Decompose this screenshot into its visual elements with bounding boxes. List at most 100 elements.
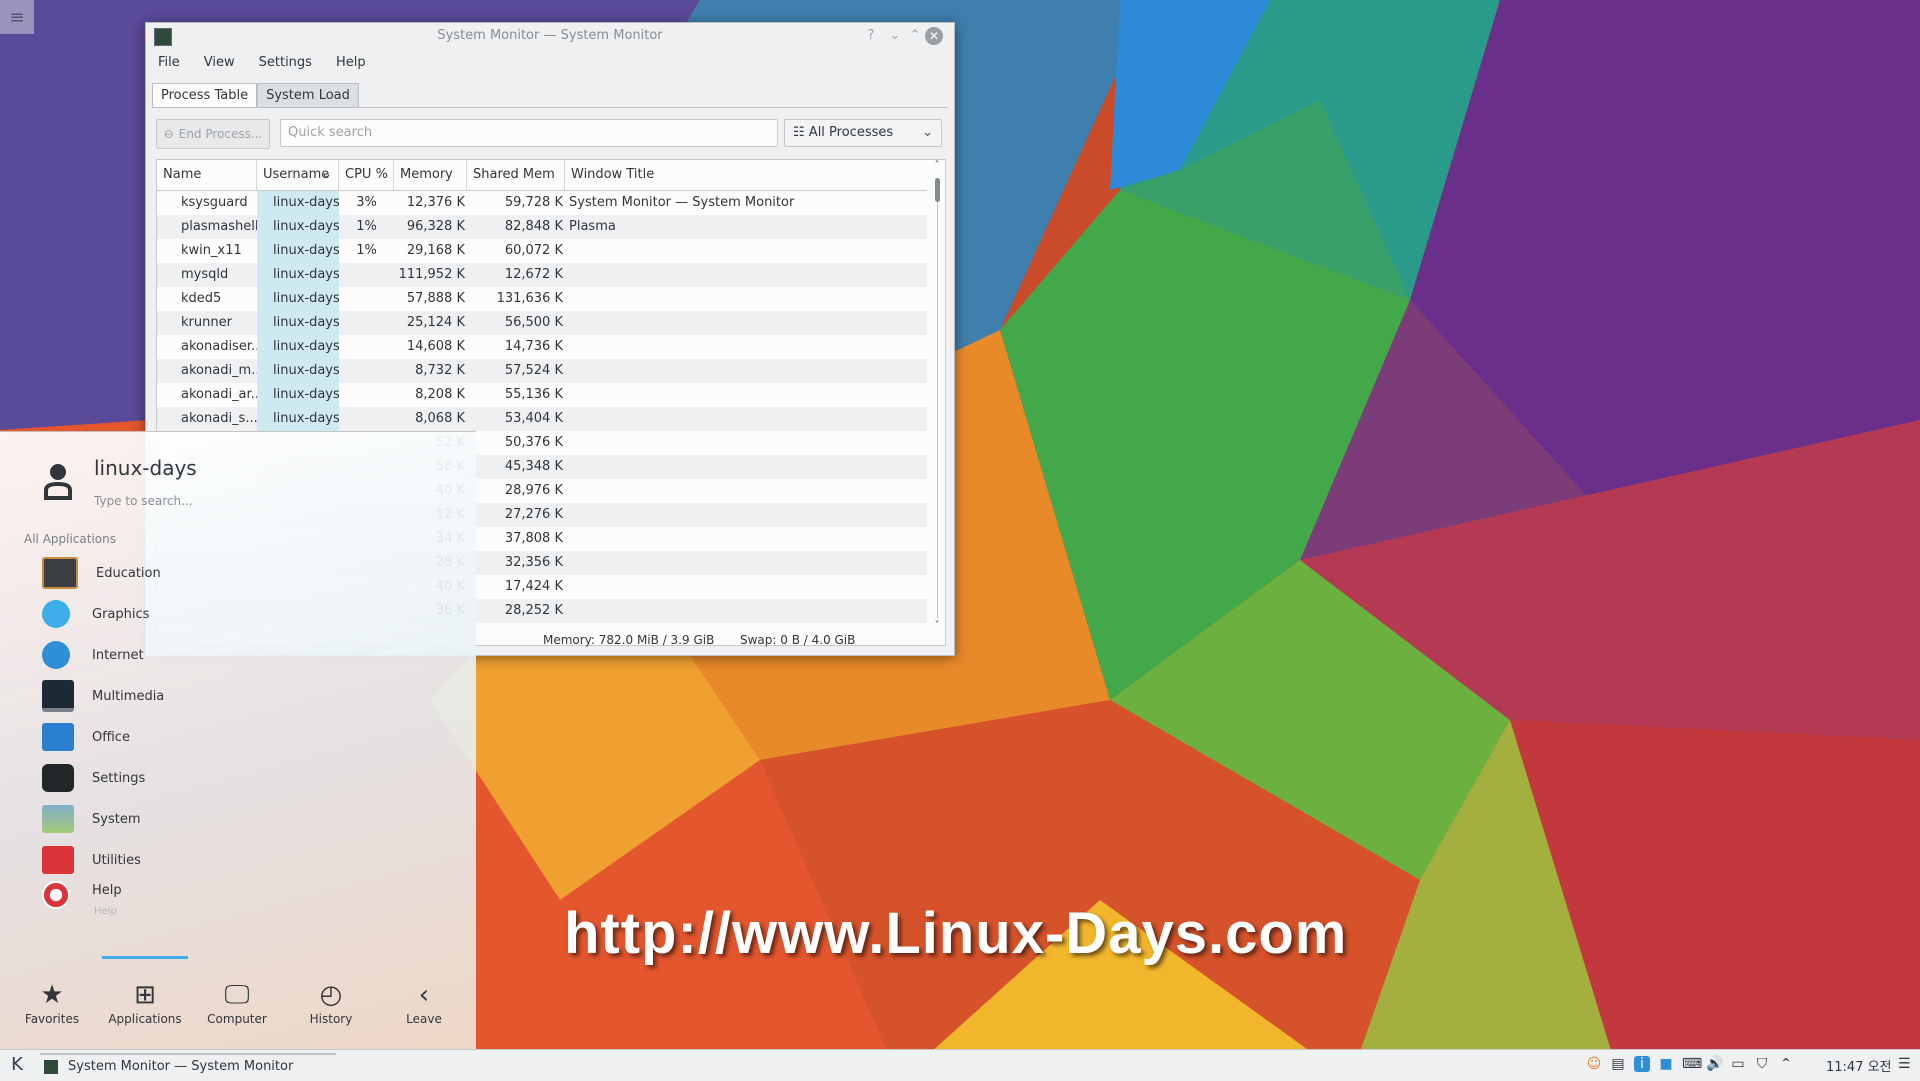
table-row[interactable]: kded5 linux-days 57,888 K 131,636 K <box>157 287 927 311</box>
clipboard-icon[interactable]: ▤ <box>1610 1056 1626 1072</box>
table-row[interactable]: akonadi_ar... linux-days 8,208 K 55,136 K <box>157 383 927 407</box>
tab-system-load[interactable]: System Load <box>257 83 359 107</box>
category-multimedia[interactable]: Multimedia <box>42 679 442 713</box>
category-label: Graphics <box>92 606 150 622</box>
network-icon[interactable]: ▭ <box>1730 1056 1746 1072</box>
table-row[interactable]: plasmashell linux-days 1% 96,328 K 82,848 K P… <box>157 215 927 239</box>
category-education[interactable]: Education <box>42 556 442 590</box>
table-row[interactable]: akonadi_m... linux-days 8,732 K 57,524 K <box>157 359 927 383</box>
category-system[interactable]: System <box>42 802 442 836</box>
category-label: Multimedia <box>92 688 165 704</box>
cell-cpu <box>339 335 394 359</box>
category-label: Settings <box>92 770 146 786</box>
table-row[interactable]: ksysguard linux-days 3% 12,376 K 59,728 K Sys… <box>157 191 927 215</box>
cell-username: linux-days <box>257 191 339 215</box>
hamburger-icon: ≡ <box>9 6 25 28</box>
scroll-up-icon[interactable]: ˄ <box>931 160 943 171</box>
clock[interactable]: 11:47 오전 <box>1826 1056 1892 1075</box>
cell-shared-mem: 50,376 K <box>504 435 563 450</box>
cell-window-title <box>565 335 925 359</box>
cell-cpu: 1% <box>356 243 377 258</box>
cell-username: linux-days <box>257 287 339 311</box>
keyboard-icon[interactable]: ⌨ <box>1682 1056 1702 1072</box>
task-system-monitor[interactable]: System Monitor — System Monitor <box>40 1053 336 1079</box>
nav-history[interactable]: ◴ History <box>291 978 371 1026</box>
cell-name: kded5 <box>181 291 222 306</box>
cell-window-title <box>565 287 925 311</box>
launcher-search-input[interactable]: Type to search... <box>94 494 193 508</box>
category-settings[interactable]: Settings <box>42 761 442 795</box>
category-graphics[interactable]: Graphics <box>42 597 442 631</box>
nav-leave[interactable]: ‹ Leave <box>384 978 464 1026</box>
nav-favorites[interactable]: ★ Favorites <box>12 978 92 1026</box>
nav-computer[interactable]: 🖵 Computer <box>197 978 277 1026</box>
quick-search-input[interactable]: Quick search <box>280 119 778 147</box>
menu-view[interactable]: View <box>192 53 247 75</box>
category-label: Education <box>96 565 161 581</box>
category-internet[interactable]: Internet <box>42 638 442 672</box>
globe-icon <box>42 641 70 669</box>
scrollbar-thumb[interactable] <box>935 178 940 202</box>
user-icon[interactable]: ☺ <box>1586 1056 1602 1072</box>
volume-icon[interactable]: 🔊 <box>1706 1056 1723 1072</box>
column-header-shared-mem[interactable]: Shared Mem <box>467 160 565 190</box>
category-label: Internet <box>92 647 144 663</box>
column-header-name[interactable]: Name <box>157 160 257 190</box>
column-header-username[interactable]: Username ⌄ <box>257 160 339 190</box>
category-label: Utilities <box>92 852 141 868</box>
info-icon[interactable]: i <box>1634 1056 1650 1072</box>
updates-icon[interactable]: ■ <box>1658 1056 1674 1072</box>
window-titlebar[interactable]: System Monitor — System Monitor ? ⌄ ⌃ ✕ <box>146 23 954 49</box>
cell-window-title: System Monitor — System Monitor <box>569 195 795 210</box>
vertical-scrollbar[interactable]: ˄ ˅ <box>931 160 943 634</box>
cell-cpu: 1% <box>356 219 377 234</box>
application-launcher-button[interactable]: K <box>6 1054 28 1076</box>
cell-shared-mem: 45,348 K <box>504 459 563 474</box>
launcher-username: linux-days <box>94 456 197 480</box>
cell-cpu <box>339 407 394 431</box>
table-row[interactable]: krunner linux-days 25,124 K 56,500 K <box>157 311 927 335</box>
column-header-cpu[interactable]: CPU % <box>339 160 394 190</box>
maximize-icon[interactable]: ⌃ <box>906 27 924 45</box>
end-process-label: End Process... <box>178 127 263 141</box>
category-office[interactable]: Office <box>42 720 442 754</box>
shield-icon[interactable]: ⛉ <box>1754 1056 1770 1072</box>
menu-file[interactable]: File <box>146 53 192 75</box>
close-icon[interactable]: ✕ <box>925 27 943 45</box>
cell-name: krunner <box>181 315 232 330</box>
cell-shared-mem: 37,808 K <box>504 531 563 546</box>
chevron-down-icon: ⌄ <box>321 167 332 182</box>
chevron-up-icon[interactable]: ⌃ <box>1778 1056 1794 1072</box>
cell-window-title <box>565 311 925 335</box>
category-utilities[interactable]: Utilities <box>42 843 442 877</box>
cell-name: mysqld <box>181 267 229 282</box>
nav-applications[interactable]: ⊞ Applications <box>105 978 185 1026</box>
cell-name: akonadiser... <box>181 339 257 354</box>
cell-shared-mem: 131,636 K <box>496 291 563 306</box>
office-icon <box>42 723 74 751</box>
column-header-memory[interactable]: Memory <box>394 160 467 190</box>
panel-menu-icon[interactable]: ☰ <box>1898 1056 1911 1072</box>
table-row[interactable]: akonadi_s... linux-days 8,068 K 53,404 K <box>157 407 927 431</box>
minimize-icon[interactable]: ⌄ <box>886 27 904 45</box>
end-process-button[interactable]: ⊖ End Process... <box>156 119 270 149</box>
menu-help[interactable]: Help <box>324 53 378 75</box>
desktop-toolbox-button[interactable]: ≡ <box>0 0 34 34</box>
system-tray: ☺ ▤ i ■ ⌨ 🔊 ▭ ⛉ ⌃ <box>1586 1056 1794 1072</box>
process-filter-select[interactable]: ☷ All Processes ⌄ <box>784 119 942 147</box>
column-header-window-title[interactable]: Window Title <box>565 160 927 190</box>
menu-settings[interactable]: Settings <box>247 53 324 75</box>
watermark-text: http://www.Linux-Days.com <box>564 901 1348 966</box>
status-swap: Swap: 0 B / 4.0 GiB <box>740 633 856 647</box>
cell-username: linux-days <box>257 359 339 383</box>
cell-window-title <box>565 551 925 575</box>
cell-memory: 29,168 K <box>406 243 465 258</box>
table-row[interactable]: akonadiser... linux-days 14,608 K 14,736 K <box>157 335 927 359</box>
cell-username: linux-days <box>257 239 339 263</box>
kde-logo-icon: K <box>11 1054 23 1075</box>
help-icon[interactable]: ? <box>862 27 880 45</box>
nav-label: Leave <box>406 1012 442 1026</box>
table-row[interactable]: kwin_x11 linux-days 1% 29,168 K 60,072 K <box>157 239 927 263</box>
table-row[interactable]: mysqld linux-days 111,952 K 12,672 K <box>157 263 927 287</box>
tab-process-table[interactable]: Process Table <box>152 83 258 107</box>
